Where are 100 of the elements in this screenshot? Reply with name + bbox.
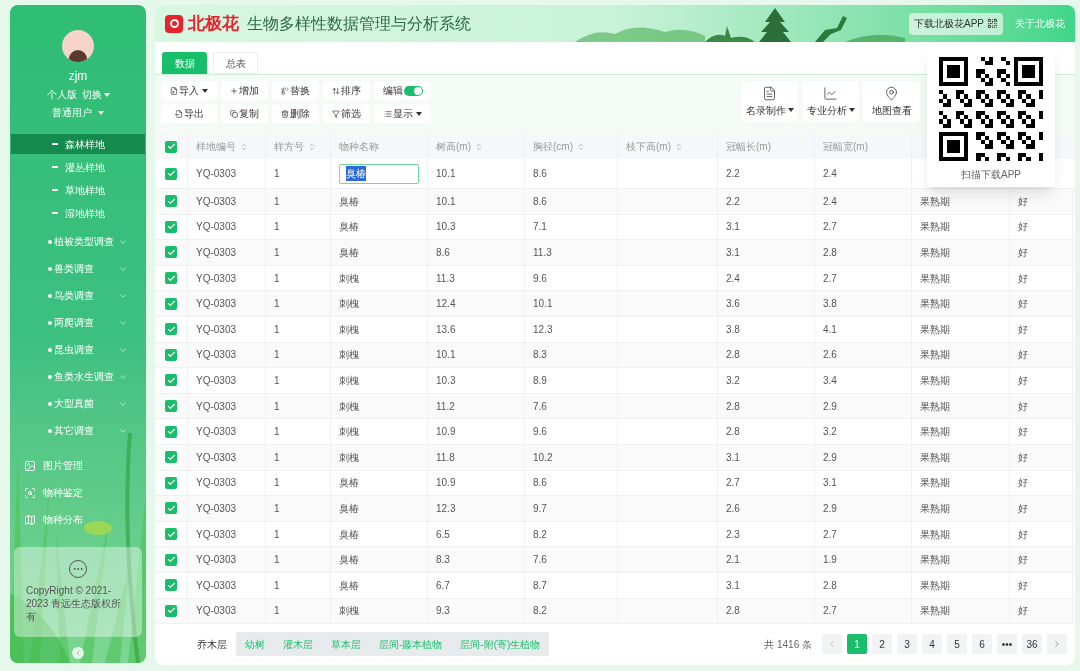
checkbox[interactable]	[165, 579, 177, 592]
sort-icon[interactable]	[675, 142, 683, 151]
table-cell-text: 好	[1018, 450, 1028, 465]
table-cell-text: 1	[274, 578, 280, 593]
sidebar-group[interactable]: 鱼类水生调查	[10, 363, 146, 390]
chevron-right-icon	[1052, 639, 1062, 650]
table-cell-text: 12.4	[436, 297, 456, 312]
checkbox[interactable]	[165, 272, 177, 285]
sidebar-group[interactable]: 两爬调查	[10, 309, 146, 336]
dash-icon	[51, 212, 58, 214]
page-button[interactable]: 4	[922, 634, 942, 655]
table-cell-text: 刺槐	[339, 450, 359, 465]
tool-button[interactable]: 地图查看	[863, 81, 920, 122]
sort-icon[interactable]	[577, 142, 585, 151]
tool-button[interactable]: 名录制作	[741, 81, 798, 122]
sidebar-group[interactable]: 昆虫调查	[10, 336, 146, 363]
next-page-button[interactable]	[1047, 634, 1067, 655]
collapse-button[interactable]	[72, 647, 84, 659]
sidebar-group[interactable]: 鸟类调查	[10, 282, 146, 309]
checkbox[interactable]	[165, 476, 177, 489]
tool-button[interactable]: 专业分析	[802, 81, 859, 122]
tab[interactable]: 数据	[162, 52, 207, 74]
table-cell-text: 果熟期	[920, 527, 950, 542]
checkbox[interactable]	[165, 528, 177, 540]
table-cell-text: 1	[274, 399, 280, 414]
table-cell-text: 2.8	[726, 604, 740, 619]
table-cell-text: 2.8	[823, 578, 837, 593]
toolbar-button[interactable]: 替换	[272, 81, 319, 100]
checkbox[interactable]	[165, 604, 177, 617]
sidebar-subitem[interactable]: 灌丛样地	[11, 157, 145, 177]
checkbox[interactable]	[165, 246, 177, 259]
table-cell-text: 3.2	[823, 425, 837, 440]
checkbox[interactable]	[165, 400, 177, 413]
checkbox[interactable]	[165, 140, 177, 153]
table-cell-text: 好	[1018, 527, 1028, 542]
checkbox[interactable]	[165, 348, 177, 361]
table-cell-text: 果熟期	[920, 501, 950, 516]
sort-icon[interactable]	[308, 142, 316, 151]
toolbar-button[interactable]: 复制	[221, 104, 268, 123]
toolbar-button[interactable]: 导入	[161, 81, 217, 100]
sidebar-subitem[interactable]: 草地样地	[11, 180, 145, 200]
edit-toggle[interactable]: 编辑	[374, 81, 431, 100]
checkbox[interactable]	[165, 425, 177, 438]
toolbar-button[interactable]: 筛选	[323, 104, 370, 123]
edition-label: 个人版	[46, 88, 77, 102]
tab[interactable]: 总表	[213, 52, 258, 74]
checkbox[interactable]	[165, 451, 177, 464]
sidebar-subitem[interactable]: 湿地样地	[11, 203, 145, 223]
checkbox[interactable]	[165, 195, 177, 208]
sidebar-group[interactable]: 兽类调查	[10, 255, 146, 282]
sort-icon[interactable]	[475, 142, 483, 151]
page-button[interactable]: 1	[847, 634, 867, 655]
cell-input[interactable]: 臭椿	[339, 163, 419, 184]
checkbox[interactable]	[165, 502, 177, 515]
table-cell-text: 2.9	[823, 450, 837, 465]
plus-icon	[230, 86, 238, 95]
checkbox[interactable]	[165, 297, 177, 310]
table-cell-text: 刺槐	[339, 399, 359, 414]
user-name: zjm	[68, 68, 88, 85]
bullet-icon	[48, 293, 52, 298]
prev-page-button[interactable]	[822, 634, 842, 655]
page-button[interactable]: •••	[997, 634, 1017, 655]
toolbar-button[interactable]: 导出	[161, 104, 217, 123]
toolbar-button[interactable]: 显示	[374, 104, 431, 123]
table-cell-text: 刺槐	[339, 425, 359, 440]
checkbox[interactable]	[165, 553, 177, 566]
checkbox[interactable]	[165, 220, 177, 233]
page-button[interactable]: 2	[872, 634, 892, 655]
table-cell-text: 12.3	[436, 501, 456, 516]
toolbar-button[interactable]: 增加	[221, 81, 268, 100]
toolbar-button[interactable]: 删除	[272, 104, 319, 123]
role-dropdown[interactable]: 普通用户	[52, 105, 104, 120]
table-cell-text: 果熟期	[920, 450, 950, 465]
table-cell-text: 7.6	[533, 399, 547, 414]
table-cell-text: 刺槐	[339, 322, 359, 337]
checkbox[interactable]	[165, 323, 177, 336]
switch-button[interactable]: 切换	[81, 87, 110, 102]
sidebar-group[interactable]: 植被类型调查	[10, 228, 146, 255]
table-cell-text: 好	[1018, 194, 1028, 209]
avatar[interactable]	[62, 30, 94, 62]
table-cell-text: YQ-0303	[196, 373, 237, 388]
toolbar-button[interactable]: 排序	[323, 81, 370, 100]
download-app-button[interactable]: 下载北极花APP	[909, 12, 1003, 35]
checkbox[interactable]	[165, 374, 177, 387]
chevron-left-icon	[74, 649, 82, 657]
table-cell-text: 1	[274, 553, 280, 568]
page-button[interactable]: 6	[972, 634, 992, 655]
page-button[interactable]: 3	[897, 634, 917, 655]
dash-icon	[51, 189, 58, 191]
sidebar-subitem[interactable]: 森林样地	[11, 134, 145, 154]
table-cell-text: 果熟期	[920, 322, 950, 337]
toggle-switch[interactable]	[403, 85, 423, 96]
page-button[interactable]: 5	[947, 634, 967, 655]
table-cell-text: 好	[1018, 271, 1028, 286]
page-button[interactable]: 36	[1022, 634, 1042, 655]
sort-icon[interactable]	[240, 142, 248, 151]
table-cell-text: 果熟期	[920, 373, 950, 388]
map-icon	[24, 513, 36, 526]
checkbox[interactable]	[165, 167, 177, 180]
table-cell-text: 8.6	[436, 246, 450, 260]
